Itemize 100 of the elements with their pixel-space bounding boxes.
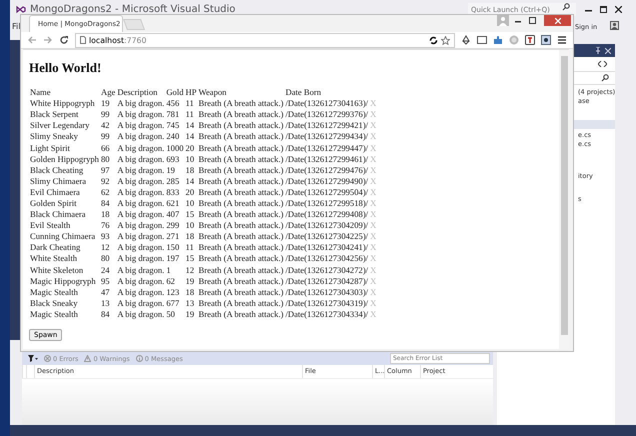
table-cell-text: 240 [165,131,180,142]
menu-icon[interactable] [557,35,567,46]
maximize-icon[interactable] [529,17,536,24]
table-cell: /Date(1326127304209)/ [284,220,370,232]
delete-link[interactable]: X [369,276,378,287]
table-cell-text: 19 [184,308,196,320]
table-cell: A big dragon. [116,209,166,220]
table-cell: Breath (A breath attack.) [198,186,284,198]
minimize-icon[interactable] [585,7,592,12]
table-cell-text: 50 [165,308,176,320]
table-cell-text: 19 [184,276,196,287]
cast-icon[interactable] [477,35,487,46]
pin-icon[interactable] [595,47,601,54]
table-cell: Breath (A breath attack.) [198,164,284,176]
text-icon[interactable] [525,35,535,46]
filter-icon[interactable] [28,355,38,362]
delete-link[interactable]: X [369,242,378,254]
table-cell: A big dragon. [116,298,166,309]
user-icon[interactable] [610,21,619,30]
menu-item[interactable]: Fil [12,22,20,31]
table-cell-text: White Stealth [29,253,78,265]
delete-link[interactable]: X [369,264,378,276]
table-cell-text: Black Sneaky [29,298,78,309]
app-logo-icon [16,5,26,14]
table-cell: Breath (A breath attack.) [198,253,284,265]
table-cell: /Date(1326127304303)/ [284,286,370,298]
table-cell-text: 80 [100,253,111,265]
table-cell: /Date(1326127304225)/ [284,231,370,242]
window-title: MongoDragons2 - Microsoft Visual Studio [30,4,236,15]
close-icon[interactable] [615,6,622,13]
table-cell-text: 11 [184,242,195,254]
table-cell: Breath (A breath attack.) [198,198,284,210]
table-cell: /Date(1326127299408)/ [284,209,370,220]
delete-link[interactable]: X [369,298,378,309]
table-cell-text: 13 [184,298,196,309]
table-cell: Breath (A breath attack.) [198,231,284,242]
table-cell-text: White Skeleton [29,264,84,276]
table-cell-text: 14 [184,120,196,132]
table-cell-text: 833 [165,186,180,198]
delete-link[interactable]: X [369,231,378,242]
table-cell: Breath (A breath attack.) [198,264,284,276]
delete-link[interactable]: X [369,198,378,210]
delete-link[interactable]: X [369,131,378,142]
table-cell: Breath (A breath attack.) [198,276,284,287]
delete-link[interactable]: X [369,98,378,110]
table-cell-text: 18 [184,231,196,242]
table-cell-text: 407 [165,209,180,220]
table-cell: A big dragon. [116,154,166,165]
scrollbar-thumb[interactable] [560,56,568,335]
delete-link[interactable]: X [369,164,378,176]
maximize-icon[interactable] [600,6,607,13]
table-cell: Breath (A breath attack.) [198,154,284,165]
table-cell: A big dragon. [116,220,166,232]
table-cell-text: Slimy Chimaera [29,176,88,187]
table-cell: /Date(1326127299518)/ [284,198,370,210]
table-cell: /Date(1326127299447)/ [284,142,370,154]
table-cell-text: 693 [165,154,180,165]
table-cell: Breath (A breath attack.) [198,308,284,320]
sync-icon[interactable] [429,36,438,45]
table-cell-text: 197 [165,253,180,265]
table-cell: /Date(1326127304272)/ [284,264,370,276]
delete-link[interactable]: X [369,209,378,220]
search-icon[interactable] [601,74,609,82]
info-icon [136,355,143,362]
table-cell: Golden Hippogryph [29,154,100,165]
table-cell: A big dragon. [116,242,166,254]
table-cell-text: 621 [165,198,180,210]
delete-link[interactable]: X [369,186,378,198]
table-cell-text: 12 [100,242,111,254]
table-cell-text: 24 [100,264,111,276]
delete-link[interactable]: X [369,154,378,165]
table-cell-text: Magic Hippogryph [29,276,97,287]
table-cell: /Date(1326127299421)/ [284,120,370,132]
star-icon[interactable] [441,36,450,45]
delete-link[interactable]: X [369,220,378,232]
table-cell: Breath (A breath attack.) [198,209,284,220]
table-cell-text: 84 [100,308,111,320]
delete-link[interactable]: X [369,120,378,132]
delete-link[interactable]: X [369,308,378,320]
table-cell: /Date(1326127299461)/ [284,154,370,165]
delete-link[interactable]: X [369,253,378,265]
table-cell-text: 12 [184,264,196,276]
table-cell: A big dragon. [116,308,166,320]
table-cell: /Date(1326127299376)/ [284,109,370,120]
code-icon[interactable] [598,61,607,67]
delete-link[interactable]: X [369,109,378,120]
delete-link[interactable]: X [369,142,378,154]
table-cell-text: Magic Stealth [29,286,79,298]
table-cell-text: 93 [100,231,111,242]
delete-link[interactable]: X [369,286,378,298]
table-cell-text: Black Chimaera [29,209,87,220]
table-cell: A big dragon. [116,231,166,242]
bookmark-icon[interactable] [541,35,551,46]
table-cell: A big dragon. [116,276,166,287]
table-cell-text: 99 [100,109,111,120]
table-cell-text: Light Spirit [29,142,71,154]
close-icon [554,18,560,24]
delete-link[interactable]: X [369,176,378,187]
close-button[interactable] [544,15,571,26]
reload-icon[interactable] [59,35,69,46]
